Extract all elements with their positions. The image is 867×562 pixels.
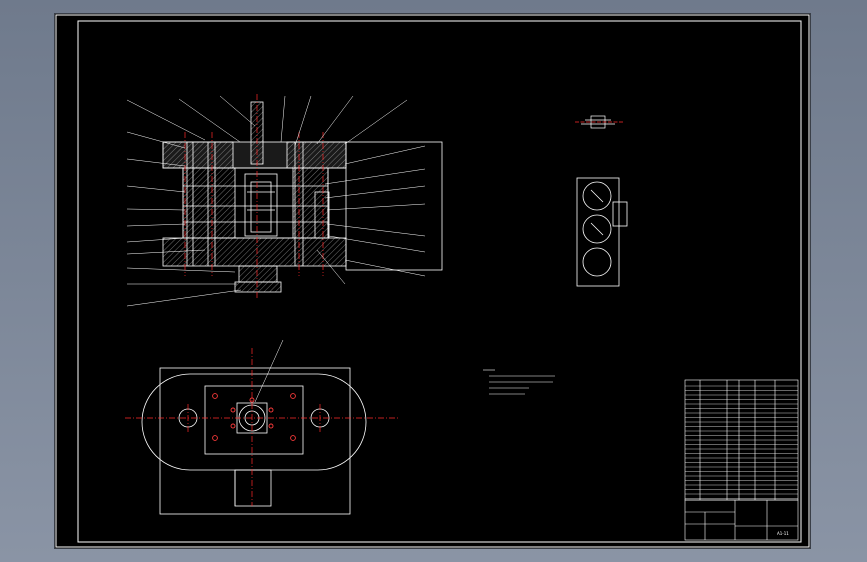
part-top-view — [575, 115, 623, 129]
bom-rows — [685, 385, 798, 499]
strip-layout — [576, 177, 628, 287]
plan-view — [141, 367, 367, 515]
plan-leader — [254, 339, 284, 403]
drawing-sheet: A1-11 — [55, 14, 810, 548]
plan-center-lines — [125, 348, 400, 506]
cad-drawing-canvas: A1-11 — [55, 14, 810, 548]
outer-border — [55, 14, 810, 548]
drawing-number: A1-11 — [777, 531, 789, 536]
technical-notes — [483, 369, 555, 395]
section-view — [162, 101, 443, 293]
inner-frame — [77, 20, 802, 543]
